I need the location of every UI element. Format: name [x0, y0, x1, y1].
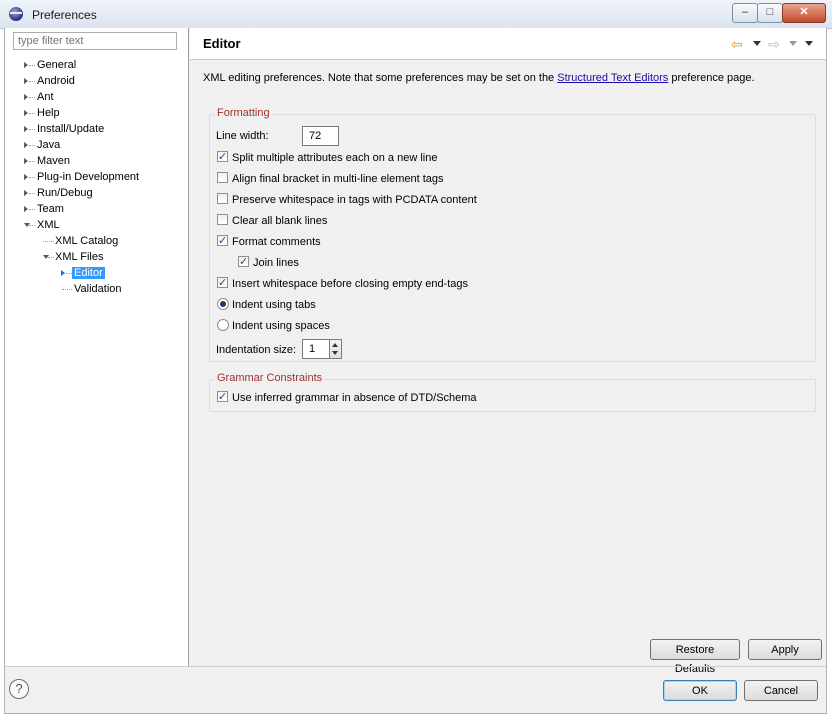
expand-arrow-icon[interactable] — [24, 190, 28, 196]
page-header: Editor ⇦ ⇨ — [190, 28, 826, 60]
expand-arrow-icon[interactable] — [24, 62, 28, 68]
checkbox-unchecked[interactable] — [217, 193, 228, 204]
tree-item-validation[interactable]: Validation — [62, 281, 122, 297]
ok-button[interactable]: OK — [663, 680, 737, 701]
tree-item-run-debug[interactable]: Run/Debug — [24, 185, 93, 201]
formatting-group: Formatting Line width: Split multiple at… — [209, 107, 816, 362]
page-title: Editor — [203, 36, 241, 51]
tree-item-editor[interactable]: Editor — [61, 265, 105, 281]
close-button[interactable]: ✕ — [782, 3, 826, 23]
eclipse-icon — [9, 7, 23, 21]
line-width-row: Line width: — [216, 130, 269, 142]
tree-item-xml-catalog[interactable]: XML Catalog — [43, 233, 118, 249]
checkbox-checked[interactable] — [217, 233, 228, 249]
line-width-input[interactable] — [302, 126, 339, 146]
forward-history-dropdown-icon[interactable] — [789, 41, 797, 46]
tree-item-java[interactable]: Java — [24, 137, 60, 153]
radio-selected[interactable] — [217, 298, 229, 310]
indentation-size-spinner[interactable] — [329, 339, 342, 359]
expand-arrow-icon[interactable] — [24, 110, 28, 116]
footer-divider — [5, 666, 826, 667]
checkbox-checked[interactable] — [217, 149, 228, 165]
tree-item-plugin-development[interactable]: Plug-in Development — [24, 169, 139, 185]
checkbox-unchecked[interactable] — [217, 214, 228, 225]
expand-arrow-icon[interactable] — [24, 78, 28, 84]
help-icon[interactable]: ? — [9, 679, 29, 699]
minimize-button[interactable]: – — [732, 3, 758, 23]
expand-arrow-icon[interactable] — [24, 126, 28, 132]
filter-input[interactable] — [13, 32, 177, 50]
checkbox-unchecked[interactable] — [217, 172, 228, 183]
tree-item-xml-files[interactable]: XML Files — [43, 249, 104, 265]
tree-item-install-update[interactable]: Install/Update — [24, 121, 104, 137]
expand-arrow-icon[interactable] — [61, 270, 65, 276]
spinner-up-icon[interactable] — [332, 343, 338, 347]
indentation-size-input[interactable] — [302, 339, 330, 359]
checkbox-checked[interactable] — [217, 389, 228, 405]
expand-arrow-icon[interactable] — [24, 142, 28, 148]
tree-item-android[interactable]: Android — [24, 73, 75, 89]
preference-tree-panel: General Android Ant Help Install/Update … — [5, 28, 189, 666]
window-title: Preferences — [32, 8, 97, 22]
structured-text-editors-link[interactable]: Structured Text Editors — [557, 72, 668, 84]
tree-item-maven[interactable]: Maven — [24, 153, 70, 169]
expand-arrow-icon[interactable] — [24, 94, 28, 100]
radio-unselected[interactable] — [217, 319, 229, 331]
tree-item-ant[interactable]: Ant — [24, 89, 54, 105]
window-titlebar: Preferences – □ ✕ — [0, 0, 832, 29]
cancel-button[interactable]: Cancel — [744, 680, 818, 701]
spinner-down-icon[interactable] — [332, 351, 338, 355]
expand-arrow-icon[interactable] — [24, 206, 28, 212]
tree-item-xml[interactable]: XML — [24, 217, 60, 233]
formatting-group-title: Formatting — [215, 107, 272, 119]
back-history-dropdown-icon[interactable] — [753, 41, 761, 46]
maximize-button[interactable]: □ — [757, 3, 783, 23]
grammar-constraints-group: Grammar Constraints Use inferred grammar… — [209, 372, 816, 412]
expand-arrow-icon[interactable] — [24, 158, 28, 164]
restore-defaults-button[interactable]: Restore Defaults — [650, 639, 740, 675]
checkbox-checked[interactable] — [238, 254, 249, 270]
expand-arrow-icon[interactable] — [24, 174, 28, 180]
page-description: XML editing preferences. Note that some … — [203, 72, 755, 84]
back-arrow-icon[interactable]: ⇦ — [731, 37, 743, 51]
tree-item-team[interactable]: Team — [24, 201, 64, 217]
checkbox-checked[interactable] — [217, 275, 228, 291]
forward-arrow-icon[interactable]: ⇨ — [768, 37, 780, 51]
view-menu-icon[interactable] — [805, 41, 813, 46]
apply-button[interactable]: Apply — [748, 639, 822, 660]
indentation-size-label: Indentation size: — [216, 344, 297, 356]
grammar-group-title: Grammar Constraints — [215, 372, 325, 384]
tree-item-general[interactable]: General — [24, 57, 76, 73]
tree-item-help[interactable]: Help — [24, 105, 60, 121]
